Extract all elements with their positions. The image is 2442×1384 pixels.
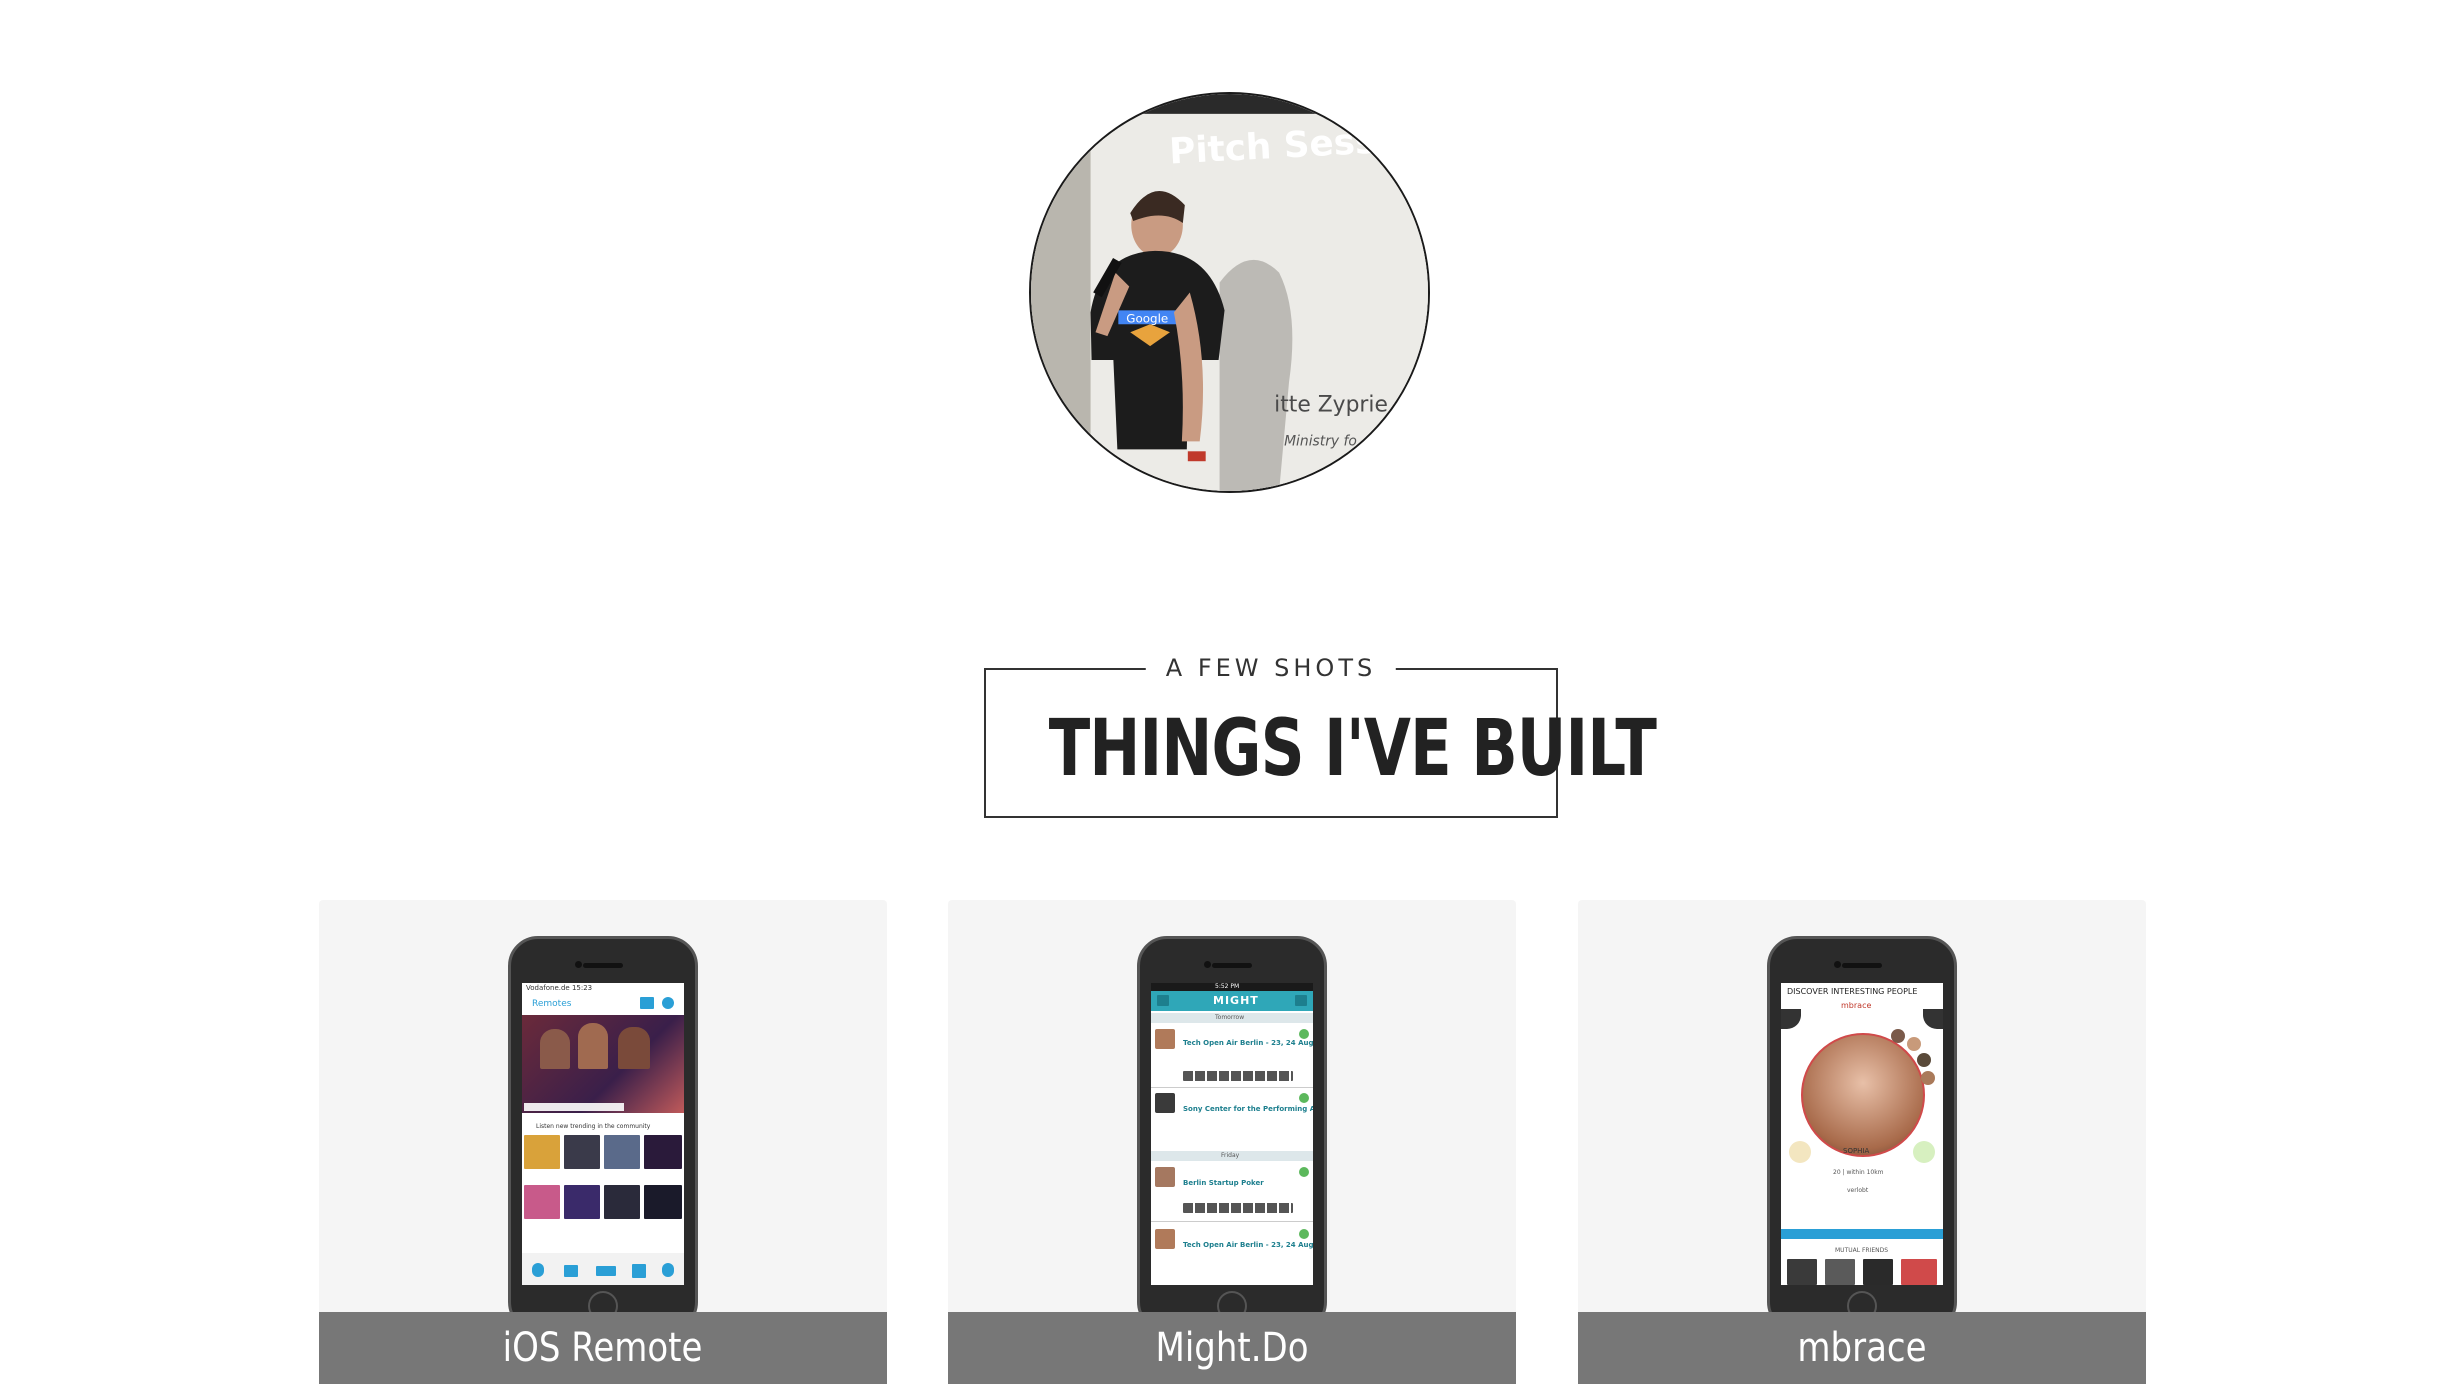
project-label[interactable]: Might.Do	[948, 1312, 1516, 1384]
event-title: Sony Center for the Performing Arts,	[1183, 1105, 1313, 1113]
day-header: Friday	[1221, 1152, 1240, 1159]
status-bar: Vodafone.de 15:23	[526, 984, 593, 992]
event-title: Tech Open Air Berlin - 23, 24 Aug 2012	[1183, 1241, 1313, 1249]
app-title: MIGHT	[1213, 994, 1259, 1007]
app-logo: mbrace	[1841, 1001, 1872, 1010]
status-bar: 5:52 PM	[1215, 983, 1240, 990]
section-header: MUTUAL FRIENDS	[1835, 1247, 1889, 1254]
profile-status: verlobt	[1847, 1187, 1869, 1194]
heart-icon[interactable]	[1913, 1141, 1935, 1163]
portfolio-page: Pitch Sess itte Zyprie Ministry fo Googl…	[0, 0, 2442, 1384]
profile-picture	[1801, 1033, 1925, 1157]
caption-text: Listen new trending in the community	[536, 1123, 651, 1130]
day-header: Tomorrow	[1215, 1014, 1245, 1021]
mouse-left-icon	[532, 1263, 544, 1277]
speaker-icon	[1212, 963, 1252, 968]
project-card-might-do[interactable]: 5:52 PM MIGHT Tomorrow Tech Open Air Ber…	[948, 900, 1516, 1384]
section-heading: A FEW SHOTS THINGS I'VE BUILT	[984, 654, 1657, 818]
mouse-icon	[662, 997, 674, 1009]
mouse-right-icon	[662, 1263, 674, 1277]
menu-icon	[1781, 1009, 1801, 1029]
keyboard-icon	[596, 1266, 616, 1276]
check-icon	[1299, 1029, 1309, 1039]
app-screenshot-might-do: 5:52 PM MIGHT Tomorrow Tech Open Air Ber…	[1151, 983, 1313, 1285]
screen-header: DISCOVER INTERESTING PEOPLE	[1787, 987, 1918, 996]
profile-name: SOPHIA	[1843, 1147, 1870, 1155]
speaker-icon	[583, 963, 623, 968]
event-title: Berlin Startup Poker	[1183, 1179, 1264, 1187]
app-screenshot-ios-remote: Vodafone.de 15:23 Remotes Listen new tre…	[522, 983, 684, 1285]
project-label[interactable]: iOS Remote	[319, 1312, 887, 1384]
app-screenshot-mbrace: DISCOVER INTERESTING PEOPLE mbrace SOPHI…	[1781, 983, 1943, 1285]
filter-icon	[1923, 1009, 1943, 1029]
menu-icon	[1157, 995, 1169, 1006]
check-icon	[1299, 1167, 1309, 1177]
profile-detail: 20 | within 10km	[1833, 1169, 1884, 1176]
cast-icon	[640, 997, 654, 1009]
check-icon	[1299, 1093, 1309, 1103]
shirt-logo-text: Google	[1126, 311, 1168, 325]
profile-photo: Pitch Sess itte Zyprie Ministry fo Googl…	[1029, 92, 1430, 493]
phone-mockup: Vodafone.de 15:23 Remotes Listen new tre…	[508, 936, 698, 1332]
nav-title: Remotes	[532, 999, 572, 1009]
fullscreen-icon	[564, 1265, 578, 1277]
project-label[interactable]: mbrace	[1578, 1312, 2146, 1384]
dislike-icon[interactable]	[1789, 1141, 1811, 1163]
project-card-mbrace[interactable]: DISCOVER INTERESTING PEOPLE mbrace SOPHI…	[1578, 900, 2146, 1384]
speaker-icon	[1842, 963, 1882, 968]
camera-icon	[575, 961, 582, 968]
windows-icon	[632, 1264, 646, 1278]
photo-slide-name: itte Zyprie	[1274, 393, 1388, 418]
photo-slide-sub: Ministry fo	[1284, 433, 1357, 449]
event-title: Tech Open Air Berlin - 23, 24 Aug 2012	[1183, 1039, 1313, 1047]
check-icon	[1299, 1229, 1309, 1239]
phone-mockup: DISCOVER INTERESTING PEOPLE mbrace SOPHI…	[1767, 936, 1957, 1332]
section-kicker: A FEW SHOTS	[1145, 654, 1397, 682]
phone-mockup: 5:52 PM MIGHT Tomorrow Tech Open Air Ber…	[1137, 936, 1327, 1332]
project-card-ios-remote[interactable]: Vodafone.de 15:23 Remotes Listen new tre…	[319, 900, 887, 1384]
camera-icon	[1204, 961, 1211, 968]
section-title: THINGS I'VE BUILT	[1048, 704, 1657, 794]
camera-icon	[1834, 961, 1841, 968]
search-icon	[1295, 995, 1307, 1006]
